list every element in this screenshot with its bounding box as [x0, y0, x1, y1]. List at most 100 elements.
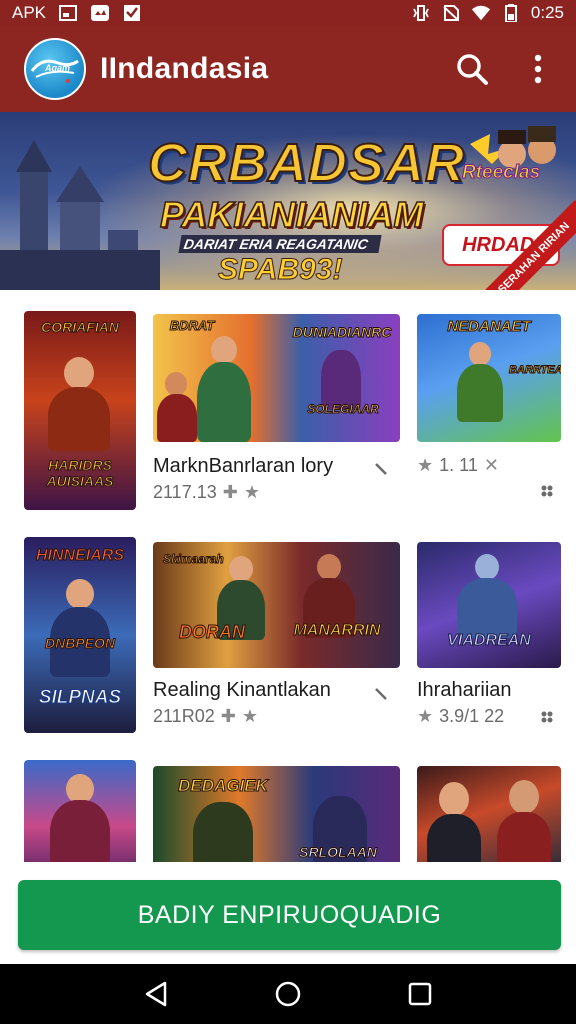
character-body: [197, 362, 251, 442]
banner-subtitle: PAKIANIANIAM: [159, 193, 424, 236]
app-meta-value: 211R02: [153, 706, 215, 726]
character-head: [469, 342, 491, 366]
app-logo: Agam: [24, 38, 86, 100]
poster-label-top: HINNEIARS: [35, 547, 124, 565]
right-rating: 1. 11: [439, 455, 478, 475]
poster-card-1[interactable]: CORIAFIAN HARIDRS AUISIAAS: [24, 311, 136, 510]
poster-card-3[interactable]: [24, 760, 136, 862]
pin-icon[interactable]: [373, 686, 389, 702]
wide-card-label-left: BDRAT: [169, 318, 215, 334]
poster-card-2[interactable]: HINNEIARS DNBPEON SILPNAS: [24, 537, 136, 733]
right-card-3[interactable]: [417, 766, 561, 862]
banner-title: CRBADSAR: [147, 132, 465, 194]
wide-card-1[interactable]: BDRAT DUNIADIANRC SOLEGIAAR: [153, 314, 400, 442]
plus-icon: ✚: [222, 482, 238, 502]
character-body: [193, 802, 253, 862]
plus-icon: ✚: [220, 706, 236, 726]
wide-card-sub-right: SOLEGIAAR: [307, 402, 379, 417]
recents-square-icon: [408, 982, 432, 1006]
right-card-1[interactable]: NEDANAET BARRTEAE: [417, 314, 561, 442]
character-body-2: [497, 812, 551, 862]
app-bar: Agam IIndandasia: [0, 26, 576, 112]
banner-badge: Rteeclas: [461, 162, 541, 184]
vibrate-icon: [411, 4, 431, 22]
wide-card-3[interactable]: DEDAGIEK SRLOLAAN: [153, 766, 400, 862]
poster-label-bottom: HARIDRS AUISIAAS: [46, 457, 114, 490]
overflow-menu-button[interactable]: [518, 49, 558, 89]
right-card-2[interactable]: VIADREAN: [417, 542, 561, 668]
star-icon: ★: [417, 706, 434, 726]
right-card-sub: BARRTEAE: [509, 364, 562, 377]
banner-tagline: DARIAT ERIA REAGATANIC: [178, 235, 382, 253]
character-body: [427, 814, 481, 862]
character-head: [475, 554, 499, 580]
pin-icon[interactable]: [373, 461, 389, 477]
castle-illustration: [0, 140, 160, 290]
right-app-name-2[interactable]: Ihrahariian: [417, 679, 512, 702]
status-time: 0:25: [530, 3, 564, 22]
app-name-1[interactable]: MarknBanrlaran lory: [153, 455, 333, 478]
character-head-2: [165, 372, 187, 396]
app-grid: CORIAFIAN HARIDRS AUISIAAS BDRAT DUNIADI…: [0, 290, 576, 862]
poster-label-top: CORIAFIAN: [41, 319, 120, 336]
character-head: [229, 556, 253, 582]
character-head: [211, 336, 237, 364]
poster-label-bottom: SILPNAS: [38, 687, 122, 709]
wide-card-2[interactable]: Skimaarah DORAN MANARRIN: [153, 542, 400, 668]
star-icon: ★: [241, 706, 258, 726]
status-bar: APK 0:25: [0, 0, 576, 26]
overflow-menu-icon: [534, 54, 542, 84]
media-icon: [90, 4, 110, 22]
right-rating: 3.9/1 22: [439, 706, 505, 726]
close-icon: ✕: [483, 455, 499, 475]
wide-card-label-right: MANARRIN: [293, 622, 381, 640]
nav-home-button[interactable]: [266, 972, 310, 1016]
hero-figure: [64, 357, 94, 389]
right-meta-2: ★ 3.9/1 22: [417, 706, 504, 727]
app-meta-1: 2117.13 ✚ ★: [153, 482, 260, 503]
character-body-2: [157, 394, 197, 442]
right-meta-1: ★ 1. 11 ✕: [417, 455, 499, 476]
banner-tagline-2: SPAB93!: [217, 253, 343, 287]
right-card-label: NEDANAET: [447, 318, 531, 336]
right-card-label: VIADREAN: [447, 632, 532, 650]
wide-card-label-left: DEDAGIEK: [178, 776, 269, 796]
system-nav-bar: [0, 964, 576, 1024]
app-meta-value: 2117.13: [153, 482, 217, 502]
character-head: [439, 782, 469, 816]
install-button[interactable]: BADIY ENPIRUOQUADIG: [18, 880, 561, 950]
character-body: [457, 578, 517, 638]
image-icon: [58, 4, 78, 22]
no-sim-icon: [441, 4, 461, 22]
nav-recents-button[interactable]: [398, 972, 442, 1016]
character-head-2: [317, 554, 341, 580]
hero-body: [48, 387, 110, 451]
nav-back-button[interactable]: [134, 972, 178, 1016]
app-logo-text: Agam: [44, 63, 70, 73]
star-icon: ★: [417, 455, 434, 475]
wide-card-label-right: SRLOLAAN: [299, 844, 378, 861]
app-name-2[interactable]: Realing Kinantlakan: [153, 679, 331, 702]
app-meta-2: 211R02 ✚ ★: [153, 706, 258, 727]
search-button[interactable]: [452, 49, 492, 89]
promo-banner[interactable]: CRBADSAR PAKIANIANIAM DARIAT ERIA REAGAT…: [0, 112, 576, 290]
home-circle-icon: [275, 981, 301, 1007]
star-icon: ★: [243, 482, 260, 502]
shield-icon: [122, 4, 142, 22]
wide-card-label-right: DUNIADIANRC: [292, 324, 392, 341]
battery-icon: [501, 4, 521, 22]
search-icon: [457, 54, 488, 85]
character-body-3: [321, 350, 361, 410]
install-bar: BADIY ENPIRUOQUADIG: [0, 862, 576, 964]
wide-card-label-left: Skimaarah: [163, 552, 225, 567]
wide-card-label-mid: DORAN: [179, 622, 246, 643]
poster-label-mid: DNBPEON: [44, 635, 115, 652]
character-body: [457, 364, 503, 422]
status-label: APK: [12, 3, 47, 22]
settings-dots-icon[interactable]: [540, 484, 554, 498]
back-triangle-icon: [145, 981, 167, 1007]
app-title: IIndandasia: [100, 52, 269, 85]
settings-dots-icon[interactable]: [540, 710, 554, 724]
hero-body: [50, 800, 110, 862]
character-head-2: [509, 780, 539, 814]
